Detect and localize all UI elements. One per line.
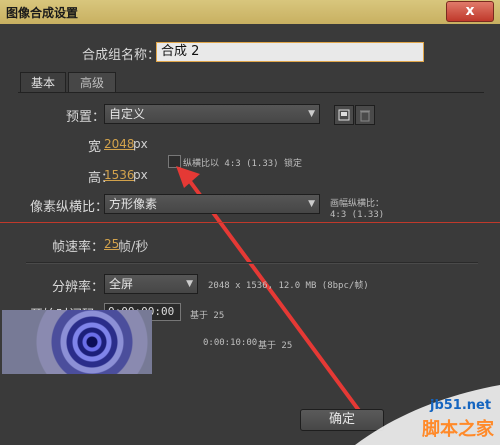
watermark-brand: 脚本之家 (422, 419, 494, 440)
resolution-info: 2048 x 1536, 12.0 MB (8bpc/帧) (208, 281, 369, 291)
frame-aspect-label: 画幅纵横比： (330, 199, 385, 209)
preset-select[interactable]: 自定义 ▼ (104, 104, 320, 124)
trash-glyph (360, 110, 370, 122)
window-title: 图像合成设置 (6, 6, 79, 20)
width-value[interactable]: 2048 (104, 137, 135, 151)
section-divider (26, 262, 478, 264)
close-button[interactable]: x (446, 1, 494, 22)
preset-label: 预置： (66, 110, 106, 125)
duration-base: 基于 25 (258, 341, 293, 351)
delete-preset-icon[interactable] (355, 105, 375, 125)
duration-value[interactable]: 0:00:10:00 (203, 338, 257, 348)
pixel-aspect-value: 方形像素 (109, 197, 158, 211)
comp-name-input[interactable]: 合成 2 (156, 42, 424, 62)
fps-unit: 帧/秒 (118, 240, 149, 255)
width-label: 宽 (88, 140, 102, 155)
title-bar: 图像合成设置 x (0, 0, 500, 25)
resolution-value: 全屏 (109, 277, 134, 291)
chevron-down-icon: ▼ (186, 279, 193, 289)
save-preset-icon[interactable] (334, 105, 354, 125)
tab-advanced[interactable]: 高级 (68, 72, 116, 93)
resolution-select[interactable]: 全屏 ▼ (104, 274, 198, 294)
save-preset-glyph (338, 109, 350, 121)
pixel-aspect-label: 像素纵横比： (30, 200, 109, 215)
chevron-down-icon: ▼ (308, 199, 315, 209)
tab-basic[interactable]: 基本 (20, 72, 66, 93)
fps-label: 帧速率： (52, 240, 105, 255)
annotation-line (0, 222, 500, 223)
fps-value[interactable]: 25 (104, 237, 119, 251)
resolution-label: 分辨率： (52, 280, 105, 295)
width-unit: px (133, 137, 148, 151)
chevron-down-icon: ▼ (308, 109, 315, 119)
height-value[interactable]: 1536 (104, 168, 135, 182)
pixel-aspect-select[interactable]: 方形像素 ▼ (104, 194, 320, 214)
comp-name-label: 合成组名称： (82, 48, 161, 63)
watermark-site: jb51.net (430, 398, 492, 413)
frame-aspect-value: 4:3 (1.33) (330, 210, 385, 220)
tab-panel-border (18, 92, 484, 93)
height-unit: px (133, 168, 148, 182)
start-timecode-base: 基于 25 (190, 311, 225, 321)
preset-value: 自定义 (109, 107, 146, 121)
swirl-overlay-image (2, 310, 152, 374)
